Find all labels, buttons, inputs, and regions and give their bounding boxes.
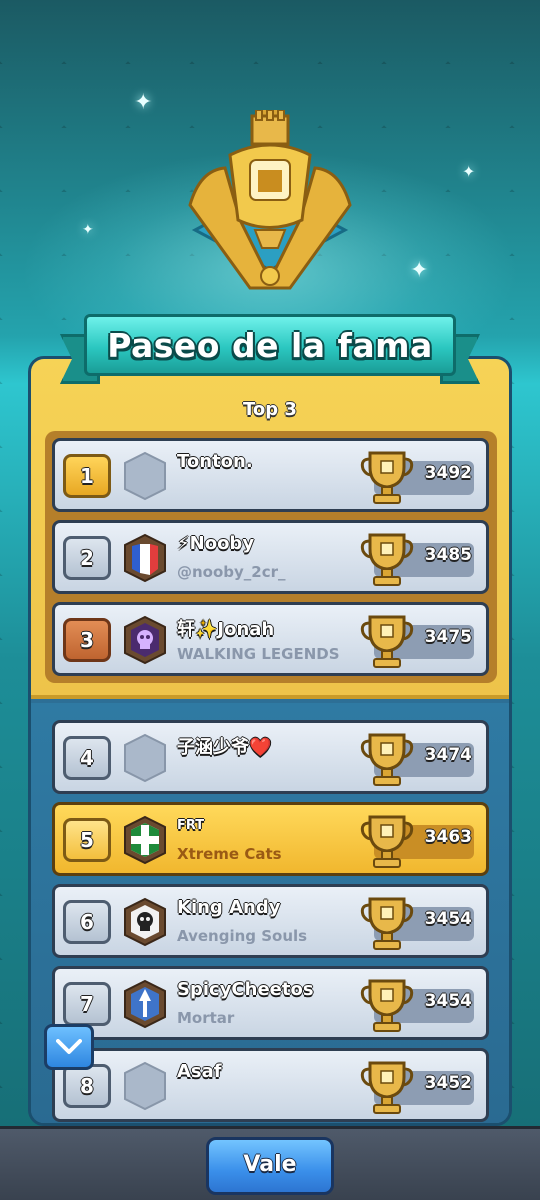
ok-button[interactable]: Vale xyxy=(206,1137,334,1195)
hall-of-fame-emblem-icon xyxy=(188,110,352,290)
trophy-icon xyxy=(360,615,414,668)
trophy-count: 3463 xyxy=(424,827,472,847)
player-row-current-user[interactable]: 5 FRT Xtreme Cats 3463 xyxy=(52,802,489,876)
clan-name: Mortar xyxy=(177,1009,235,1027)
bottom-bar: Vale xyxy=(0,1126,540,1200)
player-name: ⚡Nooby xyxy=(177,533,255,554)
rank-badge: 4 xyxy=(63,736,111,780)
trophy-count: 3485 xyxy=(424,545,472,565)
top-three-label: Top 3 xyxy=(243,399,297,420)
trophy-count: 3454 xyxy=(424,909,472,929)
empty-clan-badge-icon xyxy=(124,1061,166,1111)
player-row[interactable]: 2 ⚡Nooby @nooby_2cr_ 3485 xyxy=(52,520,489,594)
empty-clan-badge-icon xyxy=(124,451,166,501)
trophy-count: 3474 xyxy=(424,745,472,765)
player-name: 轩✨Jonah xyxy=(177,619,275,640)
banner-body: Paseo de la fama xyxy=(84,314,456,376)
clan-name: WALKING LEGENDS xyxy=(177,645,340,663)
skull-badge-icon xyxy=(124,897,166,947)
rank-badge: 3 xyxy=(63,618,111,662)
rank-badge: 1 xyxy=(63,454,111,498)
sparkle-icon: ✦ xyxy=(134,90,153,115)
player-name: Tonton. xyxy=(177,451,253,472)
player-name: King Andy xyxy=(177,897,281,918)
trophy-icon xyxy=(360,733,414,786)
chevron-down-icon xyxy=(56,1039,82,1054)
page-title: Paseo de la fama xyxy=(107,325,433,365)
sparkle-icon: ✦ xyxy=(82,222,94,238)
rank-badge: 5 xyxy=(63,818,111,862)
clan-name: Xtreme Cats xyxy=(177,845,282,863)
player-row[interactable]: 6 King Andy Avenging Souls 3454 xyxy=(52,884,489,958)
sparkle-icon: ✦ xyxy=(462,162,476,181)
scroll-down-button[interactable] xyxy=(44,1024,94,1070)
player-name: FRT xyxy=(177,818,205,833)
trophy-icon xyxy=(360,451,414,504)
trophy-icon xyxy=(360,979,414,1032)
rank-badge: 8 xyxy=(63,1064,111,1108)
player-name: 子涵少爷❤️ xyxy=(177,737,272,758)
purple-skull-badge-icon xyxy=(124,615,166,665)
trophy-icon xyxy=(360,1061,414,1114)
green-cross-badge-icon xyxy=(124,815,166,865)
trophy-icon xyxy=(360,897,414,950)
player-row[interactable]: 1 Tonton. 3492 xyxy=(52,438,489,512)
trophy-icon xyxy=(360,815,414,868)
empty-clan-badge-icon xyxy=(124,733,166,783)
clan-name: @nooby_2cr_ xyxy=(177,563,286,581)
sparkle-icon: ✦ xyxy=(410,258,429,283)
clan-name: Avenging Souls xyxy=(177,927,308,945)
rank-badge: 7 xyxy=(63,982,111,1026)
trophy-icon xyxy=(360,533,414,586)
trophy-count: 3452 xyxy=(424,1073,472,1093)
player-row[interactable]: 3 轩✨Jonah WALKING LEGENDS 3475 xyxy=(52,602,489,676)
trophy-count: 3492 xyxy=(424,463,472,483)
player-name: SpicyCheetos xyxy=(177,979,314,1000)
title-banner: Paseo de la fama xyxy=(60,312,480,386)
rank-badge: 2 xyxy=(63,536,111,580)
rank-badge: 6 xyxy=(63,900,111,944)
player-row[interactable]: 4 子涵少爷❤️ 3474 xyxy=(52,720,489,794)
player-row[interactable]: 7 SpicyCheetos Mortar 3454 xyxy=(52,966,489,1040)
blue-arrow-badge-icon xyxy=(124,979,166,1029)
france-flag-badge-icon xyxy=(124,533,166,583)
player-row[interactable]: 8 Asaf 3452 xyxy=(52,1048,489,1122)
trophy-count: 3454 xyxy=(424,991,472,1011)
trophy-count: 3475 xyxy=(424,627,472,647)
player-name: Asaf xyxy=(177,1061,222,1082)
